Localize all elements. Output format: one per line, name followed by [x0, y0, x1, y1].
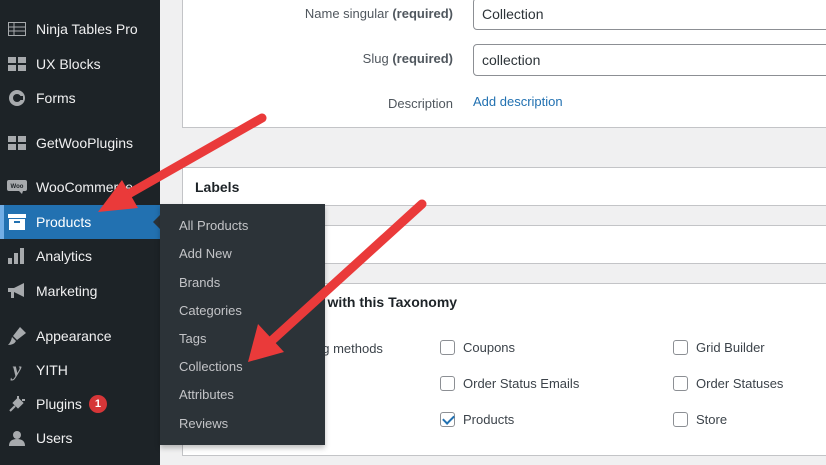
submenu-item-collections[interactable]: Collections [179, 359, 243, 374]
user-icon [7, 428, 27, 448]
submenu-item-brands[interactable]: Brands [179, 275, 220, 290]
blocks-icon [7, 54, 27, 74]
sidebar-item-label: Marketing [36, 283, 98, 299]
checkbox-box[interactable] [440, 376, 455, 391]
paintbrush-icon [7, 326, 27, 346]
checkbox-box[interactable] [673, 340, 688, 355]
sidebar-item-plugins[interactable]: Plugins 1 [0, 387, 160, 421]
name-singular-input[interactable] [473, 0, 826, 30]
plugins-update-badge: 1 [88, 395, 107, 413]
admin-sidebar: Ninja Tables Pro UX Blocks Forms GetWooP… [0, 0, 160, 465]
yith-icon: y [12, 358, 22, 381]
checkbox-order-statuses[interactable]: Order Statuses [673, 376, 783, 391]
megaphone-icon [7, 281, 27, 301]
sidebar-item-products[interactable]: Products [0, 205, 160, 239]
checkbox-label: Order Status Emails [463, 376, 580, 391]
slug-label: Slug (required) [362, 51, 453, 66]
sidebar-item-label: Forms [36, 90, 76, 106]
submenu-item-all-products[interactable]: All Products [179, 218, 248, 233]
checkbox-order-status-emails[interactable]: Order Status Emails [440, 376, 579, 391]
labels-section-title: Labels [195, 179, 240, 195]
sidebar-item-label: WooCommerce [36, 179, 133, 195]
products-submenu: All Products Add New Brands Categories T… [160, 204, 325, 445]
description-label: Description [387, 96, 453, 111]
labels-section-header[interactable] [182, 167, 826, 206]
sidebar-item-forms[interactable]: Forms [0, 81, 160, 115]
sidebar-item-label: Plugins [36, 396, 82, 412]
sidebar-item-label: Users [36, 430, 73, 446]
checkbox-label: Coupons [463, 340, 516, 355]
sidebar-item-appearance[interactable]: Appearance [0, 319, 160, 353]
submenu-item-tags[interactable]: Tags [179, 331, 206, 346]
sidebar-item-label: Appearance [36, 328, 112, 344]
sidebar-item-getwooplugins[interactable]: GetWooPlugins [0, 126, 160, 160]
forms-icon [7, 88, 27, 108]
name-singular-label: Name singular (required) [304, 6, 453, 21]
submenu-item-attributes[interactable]: Attributes [179, 387, 234, 402]
taxonomy-section-title: d with this Taxonomy [315, 294, 458, 310]
plug-icon [7, 394, 27, 414]
checkbox-products[interactable]: Products [440, 412, 514, 427]
checkbox-box[interactable] [673, 376, 688, 391]
sidebar-item-label: Analytics [36, 248, 93, 264]
archive-icon [7, 212, 27, 232]
checkbox-grid-builder[interactable]: Grid Builder [673, 340, 765, 355]
sidebar-item-yith[interactable]: y YITH [0, 353, 160, 387]
sidebar-item-woocommerce[interactable]: Woo WooCommerce [0, 170, 160, 204]
checkbox-label: Store [696, 412, 728, 427]
sidebar-item-users[interactable]: Users [0, 421, 160, 455]
sidebar-item-marketing[interactable]: Marketing [0, 274, 160, 308]
grid-icon [7, 133, 27, 153]
sidebar-item-label: Products [36, 214, 92, 230]
submenu-item-reviews[interactable]: Reviews [179, 416, 228, 431]
sidebar-item-analytics[interactable]: Analytics [0, 239, 160, 273]
sidebar-item-ux-blocks[interactable]: UX Blocks [0, 47, 160, 81]
checkbox-store[interactable]: Store [673, 412, 727, 427]
slug-input[interactable] [473, 44, 826, 76]
table-icon [7, 19, 27, 39]
add-description-link[interactable]: Add description [473, 94, 563, 109]
checkbox-box[interactable] [440, 340, 455, 355]
sidebar-item-label: GetWooPlugins [36, 135, 134, 151]
checkbox-label: Products [463, 412, 515, 427]
sidebar-item-ninja-tables[interactable]: Ninja Tables Pro [0, 12, 160, 46]
sidebar-item-label: UX Blocks [36, 56, 101, 72]
svg-text:Woo: Woo [11, 184, 24, 190]
checkbox-label: Order Statuses [696, 376, 784, 391]
partial-post-type-label: ng methods [315, 341, 383, 356]
sidebar-item-label: YITH [36, 362, 68, 378]
sidebar-item-label: Ninja Tables Pro [36, 21, 138, 37]
woo-icon: Woo [7, 177, 27, 197]
submenu-item-categories[interactable]: Categories [179, 303, 242, 318]
checkbox-coupons[interactable]: Coupons [440, 340, 515, 355]
checkbox-box[interactable] [673, 412, 688, 427]
checkbox-box-checked[interactable] [440, 412, 455, 427]
bar-chart-icon [7, 246, 27, 266]
checkbox-label: Grid Builder [696, 340, 765, 355]
partial-icon [7, 0, 27, 10]
submenu-item-add-new[interactable]: Add New [179, 246, 232, 261]
